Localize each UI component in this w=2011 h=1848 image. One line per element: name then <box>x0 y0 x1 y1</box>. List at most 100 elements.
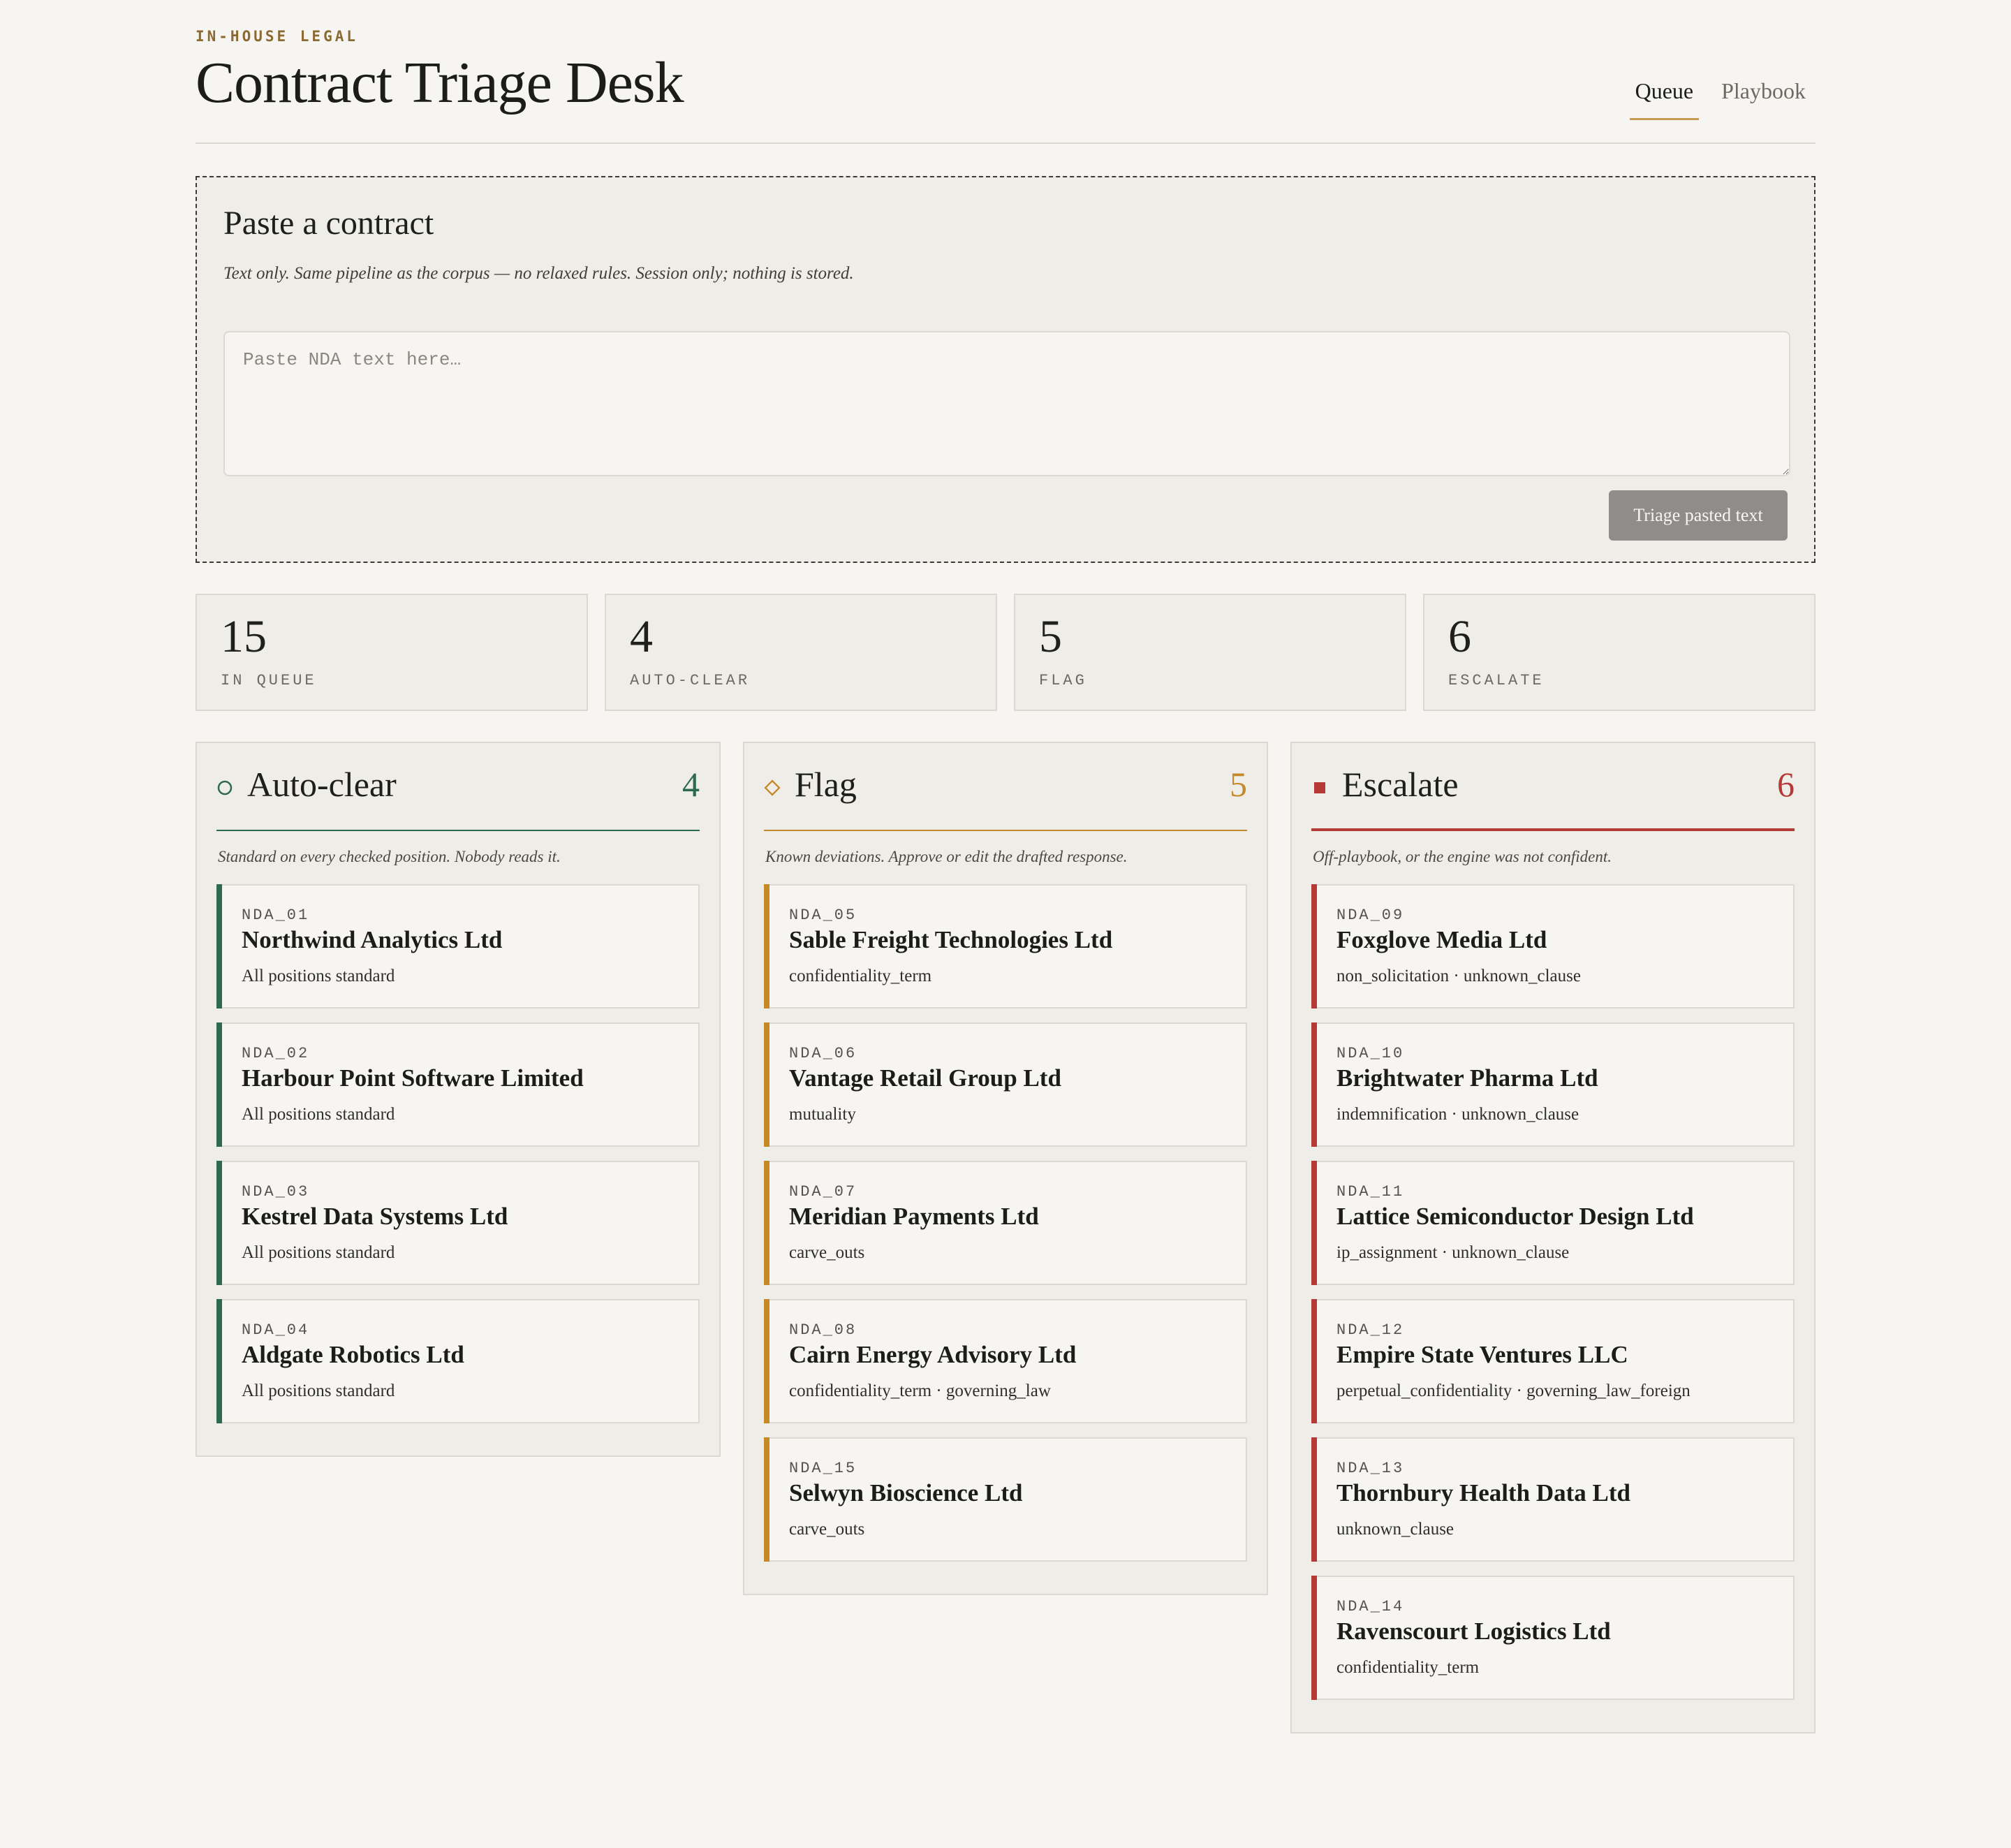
contract-id: NDA_12 <box>1336 1321 1405 1339</box>
contract-issues: ip_assignment · unknown_clause <box>1336 1243 1570 1262</box>
column-escalate: Escalate 6 Off-playbook, or the engine w… <box>1290 742 1815 1733</box>
stat-auto-clear: 4 AUTO-CLEAR <box>605 594 997 711</box>
contract-card[interactable]: NDA_10 Brightwater Pharma Ltd indemnific… <box>1311 1022 1795 1147</box>
contract-id: NDA_10 <box>1336 1045 1405 1062</box>
diamond-outline-icon <box>764 779 781 796</box>
nav-tabs: Queue Playbook <box>1613 78 1811 120</box>
contract-id: NDA_03 <box>242 1183 310 1201</box>
contract-id: NDA_14 <box>1336 1598 1405 1615</box>
column-count: 5 <box>1230 765 1247 804</box>
contract-party: Brightwater Pharma Ltd <box>1336 1064 1598 1092</box>
column-rule <box>216 830 700 831</box>
contract-id: NDA_13 <box>1336 1460 1405 1477</box>
contract-card[interactable]: NDA_09 Foxglove Media Ltd non_solicitati… <box>1311 884 1795 1009</box>
contract-card[interactable]: NDA_06 Vantage Retail Group Ltd mutualit… <box>764 1022 1247 1147</box>
page-header: IN-HOUSE LEGAL Contract Triage Desk Queu… <box>196 0 1815 144</box>
filled-square-icon <box>1314 782 1325 793</box>
contract-card[interactable]: NDA_07 Meridian Payments Ltd carve_outs <box>764 1161 1247 1285</box>
contract-card[interactable]: NDA_05 Sable Freight Technologies Ltd co… <box>764 884 1247 1009</box>
contract-party: Northwind Analytics Ltd <box>242 926 503 953</box>
contract-issues: perpetual_confidentiality · governing_la… <box>1336 1381 1690 1400</box>
contract-issues: unknown_clause <box>1336 1520 1454 1539</box>
contract-party: Sable Freight Technologies Ltd <box>789 926 1113 953</box>
contract-party: Selwyn Bioscience Ltd <box>789 1479 1023 1506</box>
contract-card[interactable]: NDA_04 Aldgate Robotics Ltd All position… <box>216 1299 700 1423</box>
tab-playbook[interactable]: Playbook <box>1716 78 1811 120</box>
contract-issues: All positions standard <box>242 1243 395 1262</box>
contract-id: NDA_04 <box>242 1321 310 1339</box>
paste-heading: Paste a contract <box>223 205 434 242</box>
stat-label: IN QUEUE <box>221 672 317 689</box>
column-description: Standard on every checked position. Nobo… <box>218 848 561 865</box>
stat-value: 4 <box>630 611 653 662</box>
contract-issues: carve_outs <box>789 1243 865 1262</box>
column-count: 6 <box>1777 765 1795 804</box>
contract-party: Ravenscourt Logistics Ltd <box>1336 1618 1611 1645</box>
column-rule <box>764 830 1247 831</box>
tab-queue[interactable]: Queue <box>1629 78 1700 120</box>
contract-party: Vantage Retail Group Ltd <box>789 1064 1061 1092</box>
column-count: 4 <box>682 765 700 804</box>
contract-id: NDA_05 <box>789 907 857 924</box>
contract-card[interactable]: NDA_15 Selwyn Bioscience Ltd carve_outs <box>764 1437 1247 1562</box>
stats-row: 15 IN QUEUE 4 AUTO-CLEAR 5 FLAG 6 ESCALA… <box>196 594 1815 711</box>
triage-page: IN-HOUSE LEGAL Contract Triage Desk Queu… <box>196 0 1815 1733</box>
contract-issues: non_solicitation · unknown_clause <box>1336 967 1581 985</box>
stat-label: ESCALATE <box>1448 672 1545 689</box>
contract-card[interactable]: NDA_11 Lattice Semiconductor Design Ltd … <box>1311 1161 1795 1285</box>
contract-party: Aldgate Robotics Ltd <box>242 1341 464 1368</box>
contract-card[interactable]: NDA_08 Cairn Energy Advisory Ltd confide… <box>764 1299 1247 1423</box>
page-title: Contract Triage Desk <box>196 50 684 115</box>
contract-issues: All positions standard <box>242 1381 395 1400</box>
contract-id: NDA_09 <box>1336 907 1405 924</box>
contract-card[interactable]: NDA_03 Kestrel Data Systems Ltd All posi… <box>216 1161 700 1285</box>
contract-card[interactable]: NDA_02 Harbour Point Software Limited Al… <box>216 1022 700 1147</box>
column-description: Known deviations. Approve or edit the dr… <box>765 848 1128 865</box>
contract-id: NDA_07 <box>789 1183 857 1201</box>
column-header: Escalate 6 <box>1311 743 1795 831</box>
contract-card[interactable]: NDA_13 Thornbury Health Data Ltd unknown… <box>1311 1437 1795 1562</box>
contract-card[interactable]: NDA_12 Empire State Ventures LLC perpetu… <box>1311 1299 1795 1423</box>
paste-subtitle: Text only. Same pipeline as the corpus —… <box>223 264 854 283</box>
contract-party: Cairn Energy Advisory Ltd <box>789 1341 1077 1368</box>
stat-label: FLAG <box>1039 672 1087 689</box>
contract-party: Kestrel Data Systems Ltd <box>242 1203 508 1230</box>
card-list: NDA_09 Foxglove Media Ltd non_solicitati… <box>1292 884 1814 1732</box>
contract-party: Empire State Ventures LLC <box>1336 1341 1628 1368</box>
circle-outline-icon <box>217 780 233 795</box>
stat-flag: 5 FLAG <box>1014 594 1406 711</box>
contract-issues: mutuality <box>789 1105 856 1124</box>
contract-card[interactable]: NDA_01 Northwind Analytics Ltd All posit… <box>216 884 700 1009</box>
column-auto-clear: Auto-clear 4 Standard on every checked p… <box>196 742 721 1457</box>
eyebrow-label: IN-HOUSE LEGAL <box>196 28 359 45</box>
stat-in-queue: 15 IN QUEUE <box>196 594 588 711</box>
stat-value: 15 <box>221 611 267 662</box>
column-header: Flag 5 <box>764 743 1247 831</box>
column-flag: Flag 5 Known deviations. Approve or edit… <box>743 742 1268 1595</box>
contract-id: NDA_01 <box>242 907 310 924</box>
triage-pasted-text-button[interactable]: Triage pasted text <box>1609 490 1788 541</box>
card-list: NDA_05 Sable Freight Technologies Ltd co… <box>744 884 1267 1594</box>
stat-escalate: 6 ESCALATE <box>1423 594 1815 711</box>
contract-issues: All positions standard <box>242 967 395 985</box>
contract-party: Foxglove Media Ltd <box>1336 926 1547 953</box>
contract-party: Thornbury Health Data Ltd <box>1336 1479 1631 1506</box>
contract-id: NDA_08 <box>789 1321 857 1339</box>
contract-party: Lattice Semiconductor Design Ltd <box>1336 1203 1694 1230</box>
column-title: Auto-clear <box>247 765 397 804</box>
paste-panel: Paste a contract Text only. Same pipelin… <box>196 176 1815 563</box>
column-title: Escalate <box>1342 765 1459 804</box>
stat-value: 5 <box>1039 611 1062 662</box>
stat-label: AUTO-CLEAR <box>630 672 751 689</box>
contract-issues: indemnification · unknown_clause <box>1336 1105 1579 1124</box>
column-description: Off-playbook, or the engine was not conf… <box>1313 848 1612 865</box>
contract-issues: confidentiality_term · governing_law <box>789 1381 1051 1400</box>
column-header: Auto-clear 4 <box>216 743 700 831</box>
contract-issues: confidentiality_term <box>1336 1658 1480 1677</box>
contract-issues: carve_outs <box>789 1520 865 1539</box>
contract-text-input[interactable] <box>223 331 1790 476</box>
contract-card[interactable]: NDA_14 Ravenscourt Logistics Ltd confide… <box>1311 1576 1795 1700</box>
contract-id: NDA_06 <box>789 1045 857 1062</box>
column-title: Flag <box>795 765 857 804</box>
contract-party: Harbour Point Software Limited <box>242 1064 584 1092</box>
